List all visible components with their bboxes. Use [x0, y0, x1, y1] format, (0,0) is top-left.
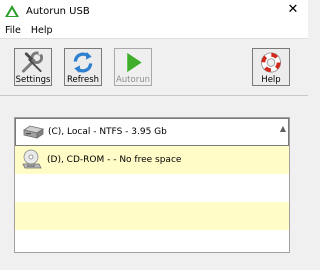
autorun-label: Autorun: [115, 75, 150, 85]
menu-file[interactable]: File: [0, 25, 26, 36]
menu-help[interactable]: Help: [26, 25, 58, 36]
app-window: Autorun USB ✕ File Help Settings Refresh…: [0, 0, 308, 270]
drive-d-label: (D), CD-ROM - - No free space: [47, 155, 182, 165]
wrench-screwdriver-icon: [21, 51, 44, 73]
scroll-up-arrow[interactable]: ▲: [280, 124, 286, 133]
window-title: Autorun USB: [26, 5, 90, 17]
hard-drive-icon: [23, 125, 44, 139]
autorun-button[interactable]: Autorun: [114, 48, 152, 86]
toolbar: Settings Refresh Autorun Help: [0, 39, 308, 99]
menu-bar: File Help: [0, 22, 308, 39]
lifebuoy-icon: [260, 52, 282, 73]
refresh-icon: [73, 51, 93, 74]
title-bar[interactable]: Autorun USB ✕: [0, 0, 308, 22]
help-button[interactable]: Help: [252, 48, 290, 86]
cd-rom-icon: [22, 149, 42, 169]
refresh-button[interactable]: Refresh: [64, 48, 102, 86]
refresh-label: Refresh: [66, 75, 100, 85]
drive-list[interactable]: (C), Local - NTFS - 3.95 Gb ▲ (D), CD-RO…: [14, 117, 290, 253]
settings-button[interactable]: Settings: [14, 48, 52, 86]
usb-drive-icon: [4, 3, 20, 19]
drive-c-label: (C), Local - NTFS - 3.95 Gb: [48, 127, 167, 137]
drive-item-c[interactable]: (C), Local - NTFS - 3.95 Gb ▲: [15, 118, 289, 146]
drive-item-d[interactable]: (D), CD-ROM - - No free space: [15, 146, 289, 174]
help-label: Help: [261, 75, 281, 85]
close-button[interactable]: ✕: [286, 3, 300, 17]
settings-label: Settings: [15, 75, 51, 85]
toolbar-divider: [0, 95, 308, 96]
empty-row: [15, 174, 289, 202]
play-icon: [127, 52, 142, 73]
empty-row: [15, 202, 289, 230]
